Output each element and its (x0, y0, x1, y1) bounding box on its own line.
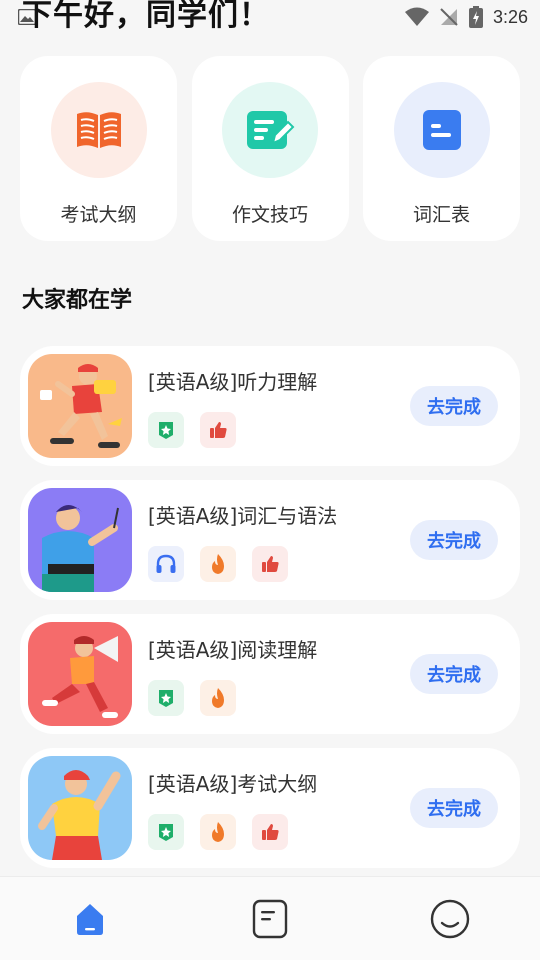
headphone-icon (148, 546, 184, 582)
shortcut-icon-circle (50, 82, 147, 178)
course-badges (148, 412, 236, 448)
course-list: [英语A级]听力理解 去完成 [英语A级]词汇与语法 去完成 [英语A级]阅读理… (20, 346, 520, 882)
fire-icon (200, 546, 236, 582)
course-item-reading[interactable]: [英语A级]阅读理解 去完成 (20, 614, 520, 734)
shortcut-exam-syllabus[interactable]: 考试大纲 (20, 56, 177, 241)
course-title: [英语A级]阅读理解 (148, 638, 318, 662)
course-title: [英语A级]词汇与语法 (148, 504, 338, 528)
nav-home[interactable] (60, 889, 120, 949)
book-icon (76, 112, 121, 148)
thumbs-up-icon (252, 814, 288, 850)
shortcut-label: 作文技巧 (231, 204, 308, 226)
wifi-icon (404, 7, 429, 26)
shortcut-row: 考试大纲 作文技巧 词汇表 (20, 56, 520, 241)
megaphone-illustration (42, 636, 118, 718)
fire-icon (200, 680, 236, 716)
go-complete-button[interactable]: 去完成 (410, 386, 498, 426)
status-time: 3:26 (492, 6, 528, 27)
course-thumbnail (28, 488, 132, 592)
course-badges (148, 814, 288, 850)
nav-notes[interactable] (240, 889, 300, 949)
shortcut-label: 考试大纲 (60, 204, 137, 226)
nav-profile[interactable] (420, 889, 480, 949)
smiley-icon (430, 899, 470, 938)
bottom-nav (0, 876, 540, 960)
star-badge-icon (148, 814, 184, 850)
student-illustration (40, 364, 122, 448)
greeting-title: 下午好，同学们！ (22, 0, 270, 33)
battery-charging-icon (468, 6, 483, 28)
shortcut-vocabulary[interactable]: 词汇表 (363, 56, 520, 241)
no-signal-icon (440, 8, 458, 26)
shortcut-writing-tips[interactable]: 作文技巧 (191, 56, 349, 241)
go-complete-button[interactable]: 去完成 (410, 654, 498, 694)
thumbs-up-icon (200, 412, 236, 448)
shortcut-icon-circle (222, 82, 318, 178)
course-thumbnail (28, 756, 132, 860)
status-icons: 3:26 (404, 6, 528, 28)
course-badges (148, 546, 288, 582)
shortcut-label: 词汇表 (412, 204, 470, 226)
course-thumbnail (28, 622, 132, 726)
go-complete-button[interactable]: 去完成 (410, 788, 498, 828)
fire-icon (200, 814, 236, 850)
section-title: 大家都在学 (22, 288, 133, 313)
course-badges (148, 680, 236, 716)
thumbs-up-icon (252, 546, 288, 582)
course-item-listening[interactable]: [英语A级]听力理解 去完成 (20, 346, 520, 466)
course-title: [英语A级]听力理解 (148, 370, 318, 394)
list-doc-icon (422, 110, 461, 150)
star-badge-icon (148, 680, 184, 716)
course-item-vocab-grammar[interactable]: [英语A级]词汇与语法 去完成 (20, 480, 520, 600)
status-bar: 下午好，同学们！ 3:26 (0, 0, 540, 36)
star-badge-icon (148, 412, 184, 448)
edit-note-icon (247, 111, 295, 149)
shortcut-icon-circle (393, 82, 490, 178)
course-item-exam-syllabus[interactable]: [英语A级]考试大纲 去完成 (20, 748, 520, 868)
home-icon (77, 903, 103, 935)
course-title: [英语A级]考试大纲 (148, 772, 318, 796)
cheering-illustration (38, 770, 121, 860)
go-complete-button[interactable]: 去完成 (410, 520, 498, 560)
teacher-illustration (42, 505, 119, 592)
course-thumbnail (28, 354, 132, 458)
document-icon (252, 899, 288, 938)
